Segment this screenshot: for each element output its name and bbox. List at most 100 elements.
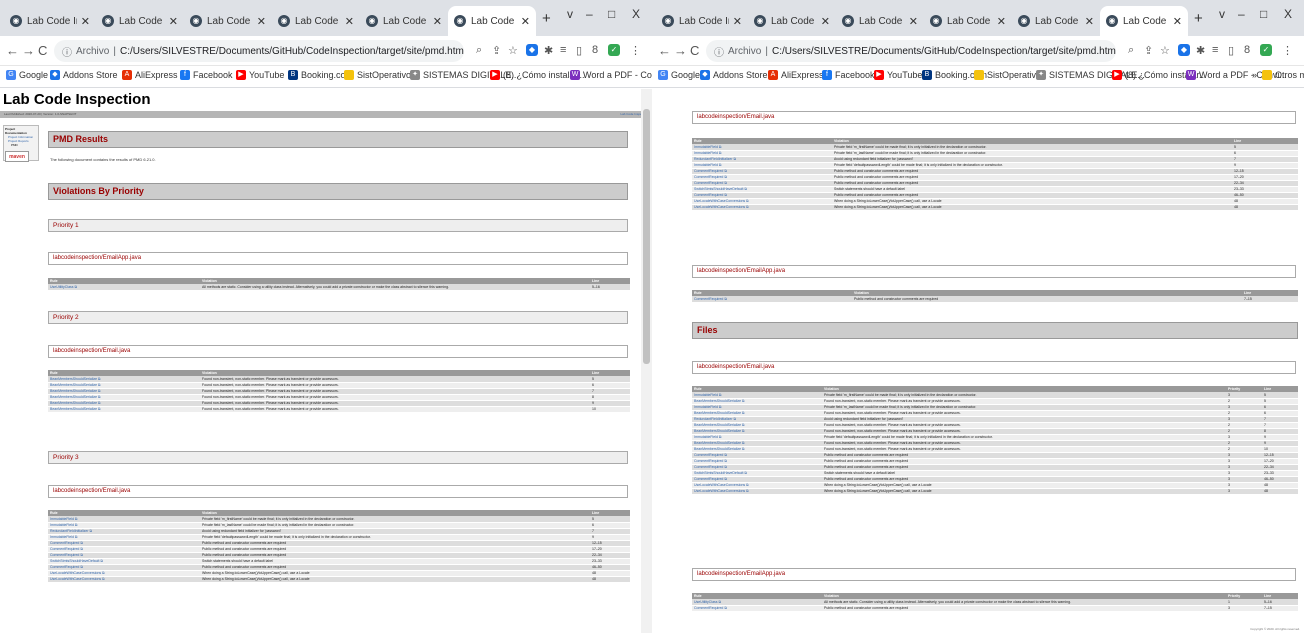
close-icon[interactable]: ✕ [169, 15, 178, 28]
reload-icon[interactable]: C [690, 43, 699, 58]
info-icon[interactable]: ⓘ [714, 44, 724, 59]
tab[interactable]: ◉ Lab Code Inspection - ✕ [360, 6, 448, 36]
rule-link[interactable]: BeanMembersShouldSerialize ⧉ [48, 406, 200, 413]
tab-search-icon[interactable]: v [1219, 7, 1225, 21]
share-icon[interactable]: ⇪ [492, 44, 501, 57]
rule-link[interactable]: UseLocaleWithCaseConversions ⧉ [692, 204, 832, 211]
site-favicon-icon: ◉ [278, 15, 290, 27]
tab[interactable]: ◉ Lab Code Inspection - ✕ [1012, 6, 1100, 36]
zoom-icon[interactable]: ⌕ [1128, 44, 1134, 57]
section-pmd-results: PMD Results [48, 131, 628, 148]
close-icon[interactable]: ✕ [257, 15, 266, 28]
tab[interactable]: ◉ Lab Code Inspection - ✕ [924, 6, 1012, 36]
close-icon[interactable]: ✕ [1085, 15, 1094, 28]
profile-icon[interactable]: 8 [1244, 44, 1250, 56]
line-cell: 7–15 [1262, 605, 1298, 612]
extension-icon[interactable]: ◆ [526, 44, 538, 56]
maximize-button[interactable]: □ [1260, 7, 1267, 21]
tab-active[interactable]: ◉ Lab Code Inspection - ✕ [1100, 6, 1188, 36]
bookmark[interactable]: ◆ Addons Store [50, 70, 118, 80]
bookmark[interactable]: A AliExpress [122, 70, 178, 80]
forward-icon[interactable]: → [22, 43, 35, 58]
rule-link[interactable]: CommentRequired ⧉ [692, 605, 822, 612]
close-window-button[interactable]: X [1284, 7, 1292, 21]
tab[interactable]: ◉ Lab Code Inspection - ✕ [272, 6, 360, 36]
back-icon[interactable]: ← [658, 43, 671, 58]
bookmark[interactable]: ◆ Addons Store [700, 70, 768, 80]
table-row: UseLocaleWithCaseConversions ⧉ When doing… [48, 576, 630, 583]
intro-text: The following document contains the resu… [50, 157, 156, 162]
tab[interactable]: ◉ Lab Code Inspection - ✕ [184, 6, 272, 36]
close-icon[interactable]: ✕ [1173, 15, 1182, 28]
tab[interactable]: ◉ Lab Code Inspection - ✕ [836, 6, 924, 36]
info-icon[interactable]: ⓘ [62, 44, 72, 59]
other-bookmarks-folder[interactable]: Otros marcadores [1262, 70, 1304, 80]
tab-active[interactable]: ◉ Lab Code Inspection - ✕ [448, 6, 536, 36]
sidepanel-icon[interactable]: ▯ [576, 44, 582, 57]
bookmark[interactable]: A AliExpress [768, 70, 824, 80]
tab[interactable]: ◉ Lab Code Inspection - ✕ [656, 6, 748, 36]
bookmark-folder[interactable]: SistOperativos [974, 70, 1046, 80]
extension-icon[interactable]: ✱ [544, 44, 553, 57]
profile-icon[interactable]: 8 [592, 44, 598, 56]
bookmarks-overflow-button[interactable]: » [1252, 70, 1257, 80]
minimize-button[interactable]: – [586, 7, 593, 21]
menu-icon[interactable]: ⋮ [630, 44, 641, 57]
bookmark[interactable]: G Google [6, 70, 48, 80]
address-bar[interactable]: ⓘ Archivo | C:/Users/SILVESTRE/Documents… [54, 40, 464, 62]
tab[interactable]: ◉ Lab Code Inspection - ✕ [748, 6, 836, 36]
rule-link[interactable]: UseLocaleWithCaseConversions ⧉ [692, 488, 822, 495]
table-row: BeanMembersShouldSerialize ⧉ Found non-tr… [48, 406, 630, 413]
bookmark[interactable]: ▶ YouTube [236, 70, 284, 80]
new-tab-button[interactable]: + [542, 10, 551, 27]
address-bar[interactable]: ⓘ Archivo | C:/Users/SILVESTRE/Documents… [706, 40, 1116, 62]
rule-link[interactable]: CommentRequired ⧉ [692, 296, 852, 303]
minimize-button[interactable]: – [1238, 7, 1245, 21]
tab[interactable]: ◉ Lab Code Inspection - ✕ [4, 6, 96, 36]
scrollbar[interactable] [641, 89, 652, 633]
bookmark[interactable]: f Facebook [180, 70, 233, 80]
reload-icon[interactable]: C [38, 43, 47, 58]
scrollbar-thumb[interactable] [643, 109, 650, 364]
violations-table: Rule Violation Priority Line ImmutableField … [692, 386, 1298, 495]
violations-table: Rule Violation Priority Line UseUtilityClass… [692, 593, 1298, 612]
extension-icon[interactable]: ◆ [1178, 44, 1190, 56]
back-icon[interactable]: ← [6, 43, 19, 58]
close-icon[interactable]: ✕ [733, 15, 742, 28]
bookmark[interactable]: ▶ YouTube [874, 70, 922, 80]
forward-icon[interactable]: → [674, 43, 687, 58]
reading-list-icon[interactable]: ≡ [560, 44, 566, 56]
close-icon[interactable]: ✕ [81, 15, 90, 28]
bookmark[interactable]: f Facebook [822, 70, 875, 80]
star-icon[interactable]: ☆ [1160, 44, 1170, 57]
reading-list-icon[interactable]: ≡ [1212, 44, 1218, 56]
menu-icon[interactable]: ⋮ [1282, 44, 1293, 57]
site-favicon-icon: ◉ [754, 15, 766, 27]
maven-logo[interactable]: maven [5, 151, 29, 162]
maximize-button[interactable]: □ [608, 7, 615, 21]
close-window-button[interactable]: X [632, 7, 640, 21]
extension-icon[interactable]: ✱ [1196, 44, 1205, 57]
close-icon[interactable]: ✕ [345, 15, 354, 28]
bookmark[interactable]: G Google [658, 70, 700, 80]
star-icon[interactable]: ☆ [508, 44, 518, 57]
line-cell: 48 [1232, 204, 1298, 211]
shield-icon[interactable]: ✓ [608, 44, 620, 56]
new-tab-button[interactable]: + [1194, 10, 1203, 27]
tab-search-icon[interactable]: v [567, 7, 573, 21]
close-icon[interactable]: ✕ [521, 15, 530, 28]
rule-link[interactable]: UseLocaleWithCaseConversions ⧉ [48, 576, 200, 583]
shield-icon[interactable]: ✓ [1260, 44, 1272, 56]
close-icon[interactable]: ✕ [997, 15, 1006, 28]
nav-link[interactable]: PMD [11, 143, 37, 147]
close-icon[interactable]: ✕ [821, 15, 830, 28]
tab[interactable]: ◉ Lab Code Inspection - ✕ [96, 6, 184, 36]
sidepanel-icon[interactable]: ▯ [1228, 44, 1234, 57]
bookmark[interactable]: WWord a PDF - Convi... [570, 70, 652, 80]
close-icon[interactable]: ✕ [909, 15, 918, 28]
close-icon[interactable]: ✕ [433, 15, 442, 28]
bookmark-folder[interactable]: SistOperativos [344, 70, 416, 80]
share-icon[interactable]: ⇪ [1144, 44, 1153, 57]
zoom-icon[interactable]: ⌕ [476, 44, 482, 57]
rule-link[interactable]: UseUtilityClass ⧉ [48, 284, 200, 291]
